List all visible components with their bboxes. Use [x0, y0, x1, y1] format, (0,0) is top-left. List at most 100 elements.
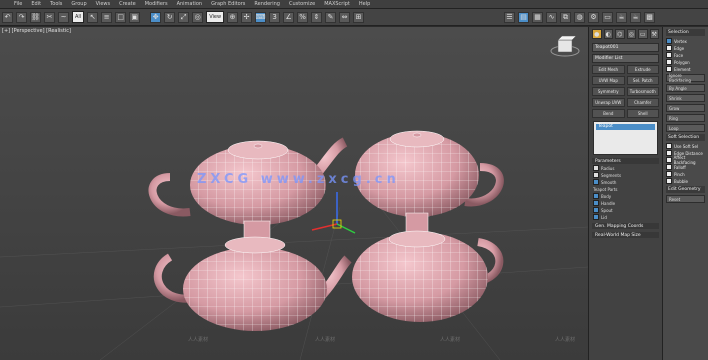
edit-geometry-header[interactable]: Edit Geometry	[666, 186, 705, 193]
select-rotate-icon[interactable]: ↻	[164, 11, 176, 23]
selection-button[interactable]: Ring	[666, 114, 705, 122]
select-scale-icon[interactable]: ⤢	[178, 11, 190, 23]
select-object-icon[interactable]: ↖	[87, 11, 99, 23]
modifier-stack[interactable]: Teapot	[593, 121, 658, 155]
unlink-icon[interactable]: ✂	[44, 11, 55, 23]
align-icon[interactable]: ⊞	[353, 11, 365, 23]
selection-button[interactable]: Grow	[666, 104, 705, 112]
select-by-name-icon[interactable]: ≡	[101, 11, 113, 23]
checkbox[interactable]	[666, 157, 672, 163]
menu-item[interactable]: Animation	[177, 1, 203, 7]
percent-snap-icon[interactable]: %	[297, 11, 309, 23]
menu-item[interactable]: Customize	[289, 1, 315, 7]
display-tab-icon[interactable]: ▭	[638, 29, 648, 39]
checkbox[interactable]	[593, 207, 599, 213]
checkbox[interactable]	[666, 178, 672, 184]
selection-button[interactable]: Ignore Backfacing	[666, 73, 705, 83]
modifier-button[interactable]: UVW Map	[592, 76, 625, 85]
checkbox[interactable]	[666, 150, 672, 156]
hierarchy-tab-icon[interactable]: ⌬	[615, 29, 625, 39]
radio[interactable]	[666, 59, 672, 65]
checkbox[interactable]	[666, 171, 672, 177]
create-tab-icon[interactable]: ●	[592, 29, 602, 39]
checkbox[interactable]	[666, 164, 672, 170]
rect-selection-icon[interactable]: □	[115, 11, 127, 23]
checkbox[interactable]	[593, 193, 599, 199]
soft-selection-option[interactable]: Bubble	[666, 178, 705, 184]
stack-item[interactable]: Teapot	[596, 124, 655, 130]
modifier-button[interactable]: Chamfer	[626, 98, 659, 107]
selection-header[interactable]: Selection	[666, 29, 705, 36]
render-production-icon[interactable]: ☕	[616, 11, 627, 23]
menu-item[interactable]: Views	[96, 1, 110, 7]
part-row[interactable]: Body	[593, 193, 658, 199]
modifier-button[interactable]: Unwrap UVW	[592, 98, 625, 107]
graphite-toolbar-icon[interactable]: ▦	[532, 11, 543, 23]
part-row[interactable]: Lid	[593, 214, 658, 220]
motion-tab-icon[interactable]: ◎	[626, 29, 636, 39]
select-manipulate-icon[interactable]: ✢	[241, 11, 253, 23]
select-place-icon[interactable]: ◎	[192, 11, 204, 23]
soft-selection-header[interactable]: Soft Selection	[666, 134, 705, 141]
radio[interactable]	[666, 52, 672, 58]
soft-selection-option[interactable]: Affect Backfacing	[666, 155, 705, 165]
reference-coord-dropdown[interactable]: View	[206, 11, 225, 23]
modifier-button[interactable]: Sel. Patch	[626, 76, 659, 85]
select-move-icon[interactable]: ✥	[150, 11, 162, 23]
modifier-button[interactable]: Turbosmooth	[626, 87, 659, 96]
radio[interactable]	[666, 38, 672, 44]
angle-snap-icon[interactable]: ∠	[283, 11, 295, 23]
keyboard-shortcut-override-icon[interactable]: ⌨	[255, 11, 267, 23]
snaps-toggle-icon[interactable]: 3	[269, 11, 281, 23]
scene-explorer-icon[interactable]: ☰	[504, 11, 515, 23]
part-row[interactable]: Spout	[593, 207, 658, 213]
checkbox[interactable]	[593, 214, 599, 220]
teapot-bottom-left[interactable]	[153, 236, 352, 331]
menu-item[interactable]: Graph Editors	[211, 1, 245, 7]
menu-item[interactable]: Create	[119, 1, 136, 7]
radio[interactable]	[666, 66, 672, 72]
modifier-button[interactable]: Shell	[626, 109, 659, 118]
selection-level-item[interactable]: Edge	[666, 45, 705, 51]
modifier-button[interactable]: Extrude	[626, 65, 659, 74]
render-iterative-icon[interactable]: ☕	[630, 11, 641, 23]
reset-button[interactable]: Reset	[666, 195, 705, 203]
object-name-field[interactable]: Teapot001	[592, 43, 659, 52]
radio[interactable]	[666, 45, 672, 51]
selection-level-item[interactable]: Polygon	[666, 59, 705, 65]
undo-icon[interactable]: ↶	[2, 11, 13, 23]
soft-selection-option[interactable]: Use Soft Sel	[666, 143, 705, 149]
checkbox[interactable]	[593, 165, 599, 171]
checkbox[interactable]	[666, 143, 672, 149]
modify-tab-icon[interactable]: ◐	[603, 29, 613, 39]
menu-item[interactable]: Rendering	[254, 1, 280, 7]
menu-item[interactable]: Group	[71, 1, 86, 7]
render-online-icon[interactable]: ▩	[644, 11, 655, 23]
modifier-button[interactable]: Symmetry	[592, 87, 625, 96]
redo-icon[interactable]: ↷	[16, 11, 27, 23]
checkbox[interactable]	[593, 179, 599, 185]
link-icon[interactable]: ⛓	[30, 11, 41, 23]
utilities-tab-icon[interactable]: ⚒	[649, 29, 659, 39]
param-row[interactable]: Radius	[593, 165, 658, 171]
soft-selection-option[interactable]: Pinch	[666, 171, 705, 177]
render-setup-icon[interactable]: ⚙	[588, 11, 599, 23]
modifier-list-dropdown[interactable]: Modifier List	[592, 54, 659, 63]
perspective-viewport[interactable]: [+] [Perspective] [Realistic] ZXCG www.z…	[0, 27, 588, 360]
mirror-icon[interactable]: ⇔	[339, 11, 351, 23]
menu-item[interactable]: Tools	[50, 1, 62, 7]
window-crossing-icon[interactable]: ▣	[129, 11, 141, 23]
selection-level-item[interactable]: Vertex	[666, 38, 705, 44]
menu-item[interactable]: MAXScript	[324, 1, 350, 7]
param-row[interactable]: Segments	[593, 172, 658, 178]
layer-explorer-icon[interactable]: ▤	[518, 11, 529, 23]
spinner-snap-icon[interactable]: ⇕	[311, 11, 323, 23]
schematic-view-icon[interactable]: ⧉	[560, 11, 571, 23]
checkbox[interactable]	[593, 200, 599, 206]
modifier-button[interactable]: Edit Mesh	[592, 65, 625, 74]
menu-item[interactable]: Help	[359, 1, 370, 7]
selection-button[interactable]: Loop	[666, 124, 705, 132]
checkbox[interactable]	[593, 172, 599, 178]
selection-button[interactable]: By Angle	[666, 84, 705, 92]
menu-item[interactable]: File	[14, 1, 22, 7]
